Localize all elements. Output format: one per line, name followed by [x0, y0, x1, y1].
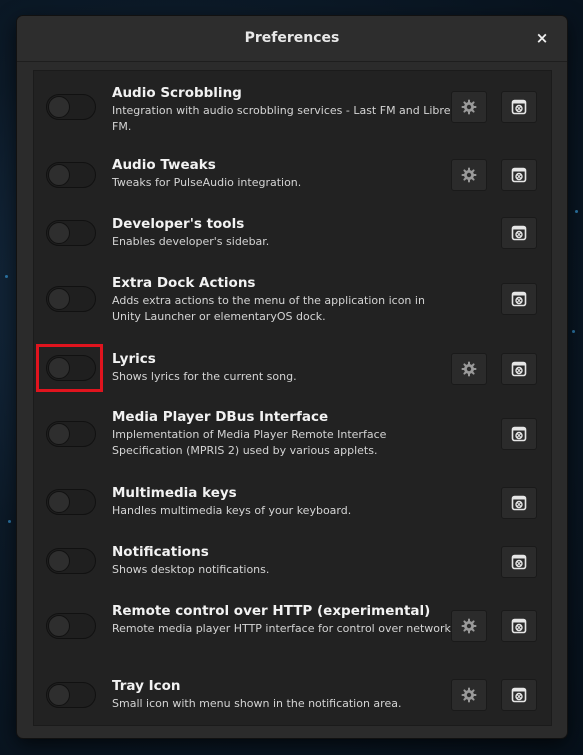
enable-toggle[interactable]: [46, 421, 96, 447]
plugin-description: Handles multimedia keys of your keyboard…: [112, 504, 352, 517]
about-icon: [511, 167, 527, 183]
gear-icon: [461, 167, 477, 183]
about-icon: [511, 99, 527, 115]
close-button[interactable]: ×: [531, 27, 553, 49]
about-icon: [511, 426, 527, 442]
plugin-name: Lyrics: [112, 351, 156, 367]
plugin-row-remote-control-http: Remote control over HTTP (experimental) …: [34, 588, 551, 663]
plugin-name: Audio Scrobbling: [112, 85, 242, 101]
plugin-name: Developer's tools: [112, 216, 245, 232]
plugin-about-button[interactable]: [501, 610, 537, 642]
enable-toggle[interactable]: [46, 548, 96, 574]
plugin-description: Adds extra actions to the menu of the ap…: [112, 294, 425, 323]
gear-icon: [461, 99, 477, 115]
plugin-settings-button[interactable]: [451, 159, 487, 191]
plugin-about-button[interactable]: [501, 353, 537, 385]
plugin-description: Shows lyrics for the current song.: [112, 370, 297, 383]
background-dot: [5, 275, 8, 278]
toggle-knob: [48, 615, 70, 637]
gear-icon: [461, 361, 477, 377]
plugin-description: Tweaks for PulseAudio integration.: [112, 176, 302, 189]
about-icon: [511, 618, 527, 634]
enable-toggle[interactable]: [46, 682, 96, 708]
plugin-about-button[interactable]: [501, 217, 537, 249]
plugin-description: Shows desktop notifications.: [112, 563, 270, 576]
gear-icon: [461, 687, 477, 703]
gear-icon: [461, 618, 477, 634]
plugin-settings-button[interactable]: [451, 679, 487, 711]
plugin-about-button[interactable]: [501, 283, 537, 315]
about-icon: [511, 554, 527, 570]
toggle-knob: [48, 550, 70, 572]
toggle-knob: [48, 164, 70, 186]
toggle-knob: [48, 423, 70, 445]
plugin-about-button[interactable]: [501, 91, 537, 123]
enable-toggle[interactable]: [46, 220, 96, 246]
plugin-name: Remote control over HTTP (experimental): [112, 603, 431, 619]
plugin-name: Tray Icon: [112, 678, 181, 694]
plugin-row-audio-tweaks: Audio Tweaks Tweaks for PulseAudio integ…: [34, 143, 551, 202]
enable-toggle[interactable]: [46, 162, 96, 188]
about-icon: [511, 291, 527, 307]
plugin-about-button[interactable]: [501, 546, 537, 578]
dialog-title: Preferences: [244, 30, 340, 46]
enable-toggle[interactable]: [46, 286, 96, 312]
plugin-row-lyrics: Lyrics Shows lyrics for the current song…: [34, 336, 551, 395]
plugin-about-button[interactable]: [501, 679, 537, 711]
enable-toggle[interactable]: [46, 94, 96, 120]
plugin-row-media-player-dbus: Media Player DBus Interface Implementati…: [34, 395, 551, 470]
toggle-knob: [48, 684, 70, 706]
plugin-description: Integration with audio scrobbling servic…: [112, 104, 451, 133]
plugin-row-tray-icon: Tray Icon Small icon with menu shown in …: [34, 663, 551, 725]
background-dot: [8, 520, 11, 523]
plugin-description: Small icon with menu shown in the notifi…: [112, 697, 402, 710]
background-dot: [572, 330, 575, 333]
about-icon: [511, 225, 527, 241]
plugin-about-button[interactable]: [501, 418, 537, 450]
toggle-knob: [48, 222, 70, 244]
enable-toggle[interactable]: [46, 489, 96, 515]
plugin-description: Enables developer's sidebar.: [112, 235, 270, 248]
plugin-settings-button[interactable]: [451, 353, 487, 385]
plugin-name: Notifications: [112, 544, 209, 560]
background-dot: [575, 210, 578, 213]
toggle-knob: [48, 288, 70, 310]
plugin-row-audio-scrobbling: Audio Scrobbling Integration with audio …: [34, 71, 551, 143]
toggle-knob: [48, 491, 70, 513]
plugin-row-multimedia-keys: Multimedia keys Handles multimedia keys …: [34, 470, 551, 529]
plugin-name: Audio Tweaks: [112, 157, 216, 173]
about-icon: [511, 687, 527, 703]
plugin-row-extra-dock-actions: Extra Dock Actions Adds extra actions to…: [34, 261, 551, 336]
titlebar: Preferences ×: [17, 16, 567, 62]
enable-toggle[interactable]: [46, 355, 96, 381]
enable-toggle[interactable]: [46, 613, 96, 639]
plugin-row-notifications: Notifications Shows desktop notification…: [34, 529, 551, 588]
about-icon: [511, 361, 527, 377]
plugin-description: Remote media player HTTP interface for c…: [112, 622, 455, 635]
toggle-knob: [48, 96, 70, 118]
plugin-about-button[interactable]: [501, 159, 537, 191]
about-icon: [511, 495, 527, 511]
plugin-list: Audio Scrobbling Integration with audio …: [33, 70, 552, 726]
plugin-row-developers-tools: Developer's tools Enables developer's si…: [34, 202, 551, 261]
plugin-name: Multimedia keys: [112, 485, 237, 501]
plugin-settings-button[interactable]: [451, 610, 487, 642]
toggle-knob: [48, 357, 70, 379]
plugin-about-button[interactable]: [501, 487, 537, 519]
plugin-description: Implementation of Media Player Remote In…: [112, 428, 387, 457]
preferences-dialog: Preferences × Audio Scrobbling Integrati…: [17, 16, 567, 738]
plugin-settings-button[interactable]: [451, 91, 487, 123]
plugin-name: Extra Dock Actions: [112, 275, 256, 291]
plugin-name: Media Player DBus Interface: [112, 409, 329, 425]
